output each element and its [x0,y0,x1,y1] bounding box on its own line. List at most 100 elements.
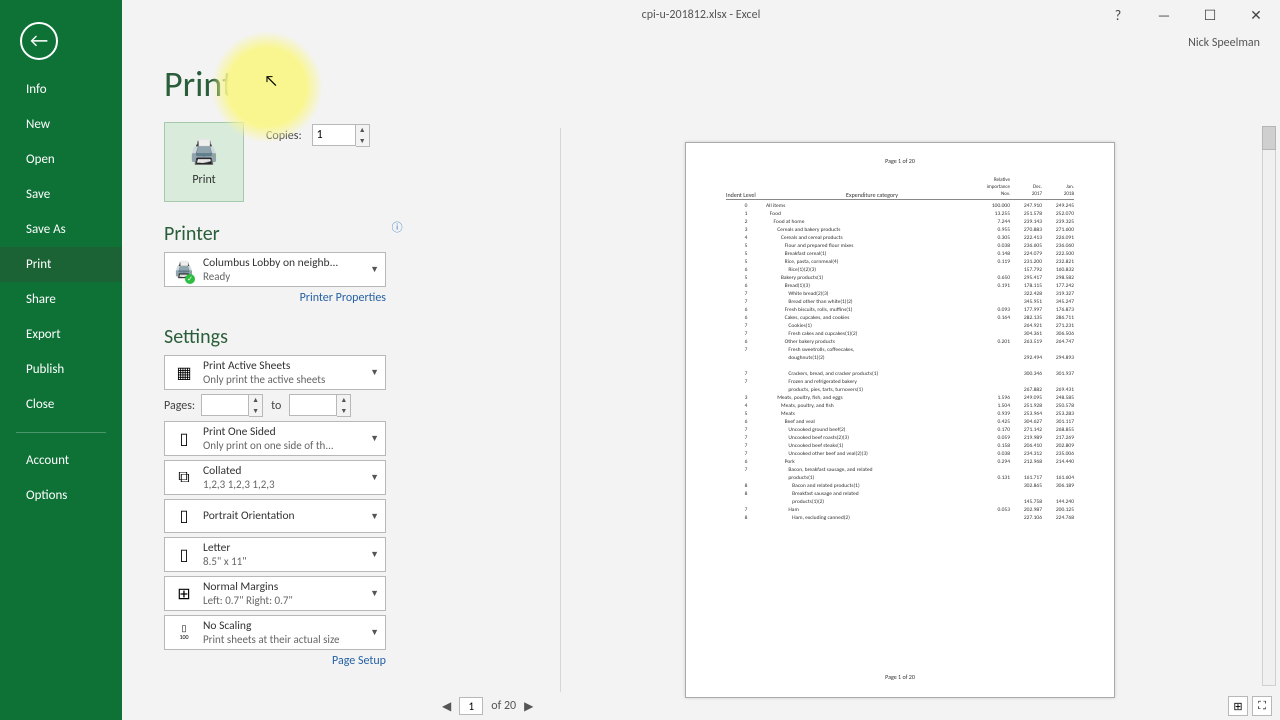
title-bar: cpi-u-201812.xlsx - Excel ? — ☐ ✕ [122,0,1280,30]
preview-page-label-top: Page 1 of 20 [726,157,1074,165]
scaling-selector[interactable]: ▯100 No Scaling Print sheets at their ac… [164,615,386,650]
collation-desc: 1,2,3 1,2,3 1,2,3 [203,478,364,491]
preview-data-row: 5 Bakery products(1)0.650295.417298.582 [726,274,1074,282]
next-page-button[interactable]: ▶ [524,699,533,714]
preview-data-row: 3 Meats, poultry, fish, and eggs1.596249… [726,394,1074,402]
preview-data-row: 7 Ham0.053202.987200.125 [726,506,1074,514]
minimize-button[interactable]: — [1150,4,1178,26]
sheets-icon: ▦ [171,360,197,386]
sidebar-item-save[interactable]: Save [0,177,122,212]
maximize-button[interactable]: ☐ [1196,4,1224,26]
sidebar-item-print[interactable]: Print [0,247,122,282]
portrait-icon: ▯ [171,503,197,529]
preview-data-row: 5 Breakfast cereal(1)0.148224.079222.500 [726,250,1074,258]
preview-data-row: 3 Cereals and bakery products0.955270.88… [726,226,1074,234]
print-what-selector[interactable]: ▦ Print Active Sheets Only print the act… [164,355,386,390]
sidebar-item-open[interactable]: Open [0,142,122,177]
pages-label: Pages: [164,399,195,413]
prev-page-button[interactable]: ◀ [442,699,451,714]
sidebar-item-share[interactable]: Share [0,282,122,317]
help-button[interactable]: ? [1104,4,1132,26]
page-number-input[interactable] [459,697,483,715]
sidebar-item-info[interactable]: Info [0,72,122,107]
show-margins-button[interactable]: ⊞ [1228,696,1248,716]
back-button[interactable]: ← [20,22,58,60]
preview-data-row: 5 Rice, pasta, cornmeal(4)0.119231.20023… [726,258,1074,266]
page-setup-link[interactable]: Page Setup [164,654,386,668]
printer-properties-link[interactable]: Printer Properties [164,291,386,305]
copies-spinner[interactable]: ▲▼ [356,124,370,147]
pages-to-spinner[interactable]: ▲▼ [337,394,351,417]
sidebar-item-save-as[interactable]: Save As [0,212,122,247]
sidebar-item-options[interactable]: Options [0,478,122,513]
zoom-to-page-button[interactable]: ⛶ [1252,696,1272,716]
sides-selector[interactable]: ▯ Print One Sided Only print on one side… [164,421,386,456]
preview-data-row: ——— [726,362,1074,370]
paper-size-selector[interactable]: ▯ Letter 8.5" x 11" ▼ [164,537,386,572]
copies-label: Copies: [266,129,302,143]
info-icon[interactable]: ⓘ [392,219,403,235]
pages-from-spinner[interactable]: ▲▼ [249,394,263,417]
print-button[interactable]: 🖨️ Print [164,122,244,202]
pages-to-input[interactable] [289,394,337,416]
sidebar-item-export[interactable]: Export [0,317,122,352]
chevron-down-icon: ▼ [364,549,379,560]
printer-icon: 🖨️ [189,138,219,167]
preview-data-row: products, pies, tarts, turnovers(1)—267.… [726,386,1074,394]
printer-section-title: Printer [164,222,220,246]
collate-icon: ⧉ [171,465,197,491]
sidebar-item-account[interactable]: Account [0,443,122,478]
sides-desc: Only print on one side of th... [203,439,364,452]
preview-data-row: doughnuts(1)(2)—292.494294.893 [726,354,1074,362]
chevron-down-icon: ▼ [364,264,379,275]
margins-selector[interactable]: ⊞ Normal Margins Left: 0.7" Right: 0.7" … [164,576,386,611]
printer-device-icon: 🖨️✓ [171,257,197,283]
chevron-down-icon: ▼ [364,472,379,483]
preview-data-row: products(1)0.131161.717161.604 [726,474,1074,482]
preview-page: Page 1 of 20 RelativeimportanceDec.Jan.I… [685,142,1115,698]
arrow-left-icon: ← [30,29,48,53]
printer-name: Columbus Lobby on neighb... [203,256,364,270]
preview-data-row: 7 Cookies(1)—264.921271.231 [726,322,1074,330]
pages-to-label: to [269,399,283,413]
preview-data-row: 5 Flour and prepared flour mixes0.038236… [726,242,1074,250]
close-button[interactable]: ✕ [1242,4,1270,26]
sidebar-item-close[interactable]: Close [0,387,122,422]
copies-input[interactable] [312,124,356,146]
collation-selector[interactable]: ⧉ Collated 1,2,3 1,2,3 1,2,3 ▼ [164,460,386,495]
preview-data-row: 7 White bread(2)(3)—322.428319.327 [726,290,1074,298]
preview-data-row: 7 Crackers, bread, and cracker products(… [726,370,1074,378]
preview-data-row: 7 Bacon, breakfast sausage, and related—… [726,466,1074,474]
preview-data-row: 4 Cereals and cereal products0.305222.41… [726,234,1074,242]
print-what-desc: Only print the active sheets [203,373,364,386]
scaling-icon: ▯100 [171,620,197,646]
page-count-label: of 20 [491,699,516,713]
backstage-sidebar: ← InfoNewOpenSaveSave AsPrintShareExport… [0,0,122,720]
orientation-selector[interactable]: ▯ Portrait Orientation ▼ [164,499,386,533]
margins-label: Normal Margins [203,580,364,594]
paper-size-label: Letter [203,541,364,555]
preview-data-row: 2 Food at home7.244239.143239.325 [726,218,1074,226]
user-name: Nick Speelman [1188,36,1260,50]
preview-data-row: 1 Food13.255251.578252.070 [726,210,1074,218]
preview-data-row: 5 Meats0.939253.964253.283 [726,410,1074,418]
margins-icon: ⊞ [171,581,197,607]
print-button-label: Print [192,173,215,187]
chevron-down-icon: ▼ [364,511,379,522]
preview-data-row: 7 Uncooked beef steaks(1)0.158206.410202… [726,442,1074,450]
pages-from-input[interactable] [201,394,249,416]
chevron-down-icon: ▼ [364,367,379,378]
sidebar-item-publish[interactable]: Publish [0,352,122,387]
page-title: Print [164,62,1280,106]
preview-data-row: 6 Cakes, cupcakes, and cookies0.164282.1… [726,314,1074,322]
preview-scrollbar[interactable] [1262,126,1278,686]
vertical-divider [560,128,561,692]
orientation-label: Portrait Orientation [203,509,364,523]
printer-selector[interactable]: 🖨️✓ Columbus Lobby on neighb... Ready ▼ [164,252,386,287]
preview-data-row: 6 Other bakery products0.201263.519264.7… [726,338,1074,346]
preview-data-row: 6 Fresh biscuits, rolls, muffins(1)0.093… [726,306,1074,314]
preview-data-row: 8 Bacon and related products(1)—302.8653… [726,482,1074,490]
sidebar-item-new[interactable]: New [0,107,122,142]
print-what-label: Print Active Sheets [203,359,364,373]
preview-data-row: 6 Pork0.294212.968214.440 [726,458,1074,466]
